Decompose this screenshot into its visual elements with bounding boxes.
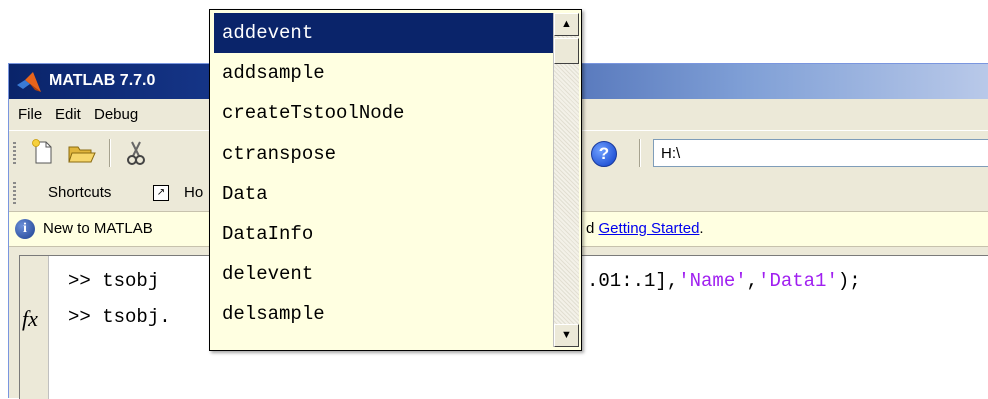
info-tail-prefix: d <box>586 220 599 237</box>
open-folder-icon[interactable] <box>67 141 97 165</box>
code-string: 'Name' <box>678 270 747 292</box>
autocomplete-item[interactable]: createTstoolNode <box>214 93 554 133</box>
autocomplete-item[interactable]: addsample <box>214 53 554 93</box>
cut-icon[interactable] <box>125 139 147 167</box>
autocomplete-scrollbar[interactable]: ▲ ▼ <box>553 13 579 347</box>
autocomplete-item[interactable]: Data <box>214 174 554 214</box>
autocomplete-item[interactable]: delevent <box>214 254 554 294</box>
autocomplete-list: addevent addsample createTstoolNode ctra… <box>214 13 554 335</box>
toolbar-grip[interactable] <box>13 142 16 164</box>
shortcuts-label: Shortcuts <box>48 184 112 201</box>
shortcut-arrow-icon[interactable]: ↗ <box>153 185 169 201</box>
info-text: New to MATLAB <box>43 220 153 237</box>
menu-file[interactable]: File <box>18 106 42 123</box>
code-comma: , <box>746 270 759 292</box>
code-args: .01:.1], <box>587 270 679 292</box>
scroll-up-icon[interactable]: ▲ <box>554 13 579 36</box>
howto-shortcut[interactable]: Ho <box>184 184 203 201</box>
scroll-down-icon[interactable]: ▼ <box>554 324 579 347</box>
code-end: ); <box>837 270 861 292</box>
autocomplete-item[interactable]: DataInfo <box>214 214 554 254</box>
command-line-1-tail: .01:.1],'Name','Data1'); <box>587 270 861 292</box>
function-browser-icon[interactable]: fx <box>22 306 38 332</box>
info-tail: d Getting Started. <box>586 220 704 237</box>
autocomplete-item[interactable]: delsample <box>214 294 554 334</box>
getting-started-link[interactable]: Getting Started <box>599 220 700 237</box>
command-line-1: >> tsobj <box>68 270 171 292</box>
autocomplete-popup: addevent addsample createTstoolNode ctra… <box>209 9 582 351</box>
current-folder-field[interactable]: H:\ <box>653 139 988 167</box>
command-line-2[interactable]: >> tsobj. <box>68 306 171 328</box>
info-icon: i <box>15 219 35 239</box>
toolbar-separator <box>639 139 641 167</box>
menu-edit[interactable]: Edit <box>55 106 81 123</box>
autocomplete-item[interactable]: addevent <box>214 13 554 54</box>
toolbar-separator <box>109 139 111 167</box>
new-file-icon[interactable] <box>31 139 55 165</box>
matlab-logo-icon <box>17 72 41 92</box>
help-icon[interactable]: ? <box>591 141 617 167</box>
window-title: MATLAB 7.7.0 <box>49 72 156 89</box>
info-tail-suffix: . <box>699 220 704 237</box>
fx-gutter: fx <box>20 256 49 399</box>
toolbar-grip[interactable] <box>13 182 16 204</box>
code-string: 'Data1' <box>758 270 838 292</box>
menu-debug[interactable]: Debug <box>94 106 138 123</box>
scroll-thumb[interactable] <box>554 38 579 64</box>
autocomplete-item[interactable]: ctranspose <box>214 134 554 174</box>
